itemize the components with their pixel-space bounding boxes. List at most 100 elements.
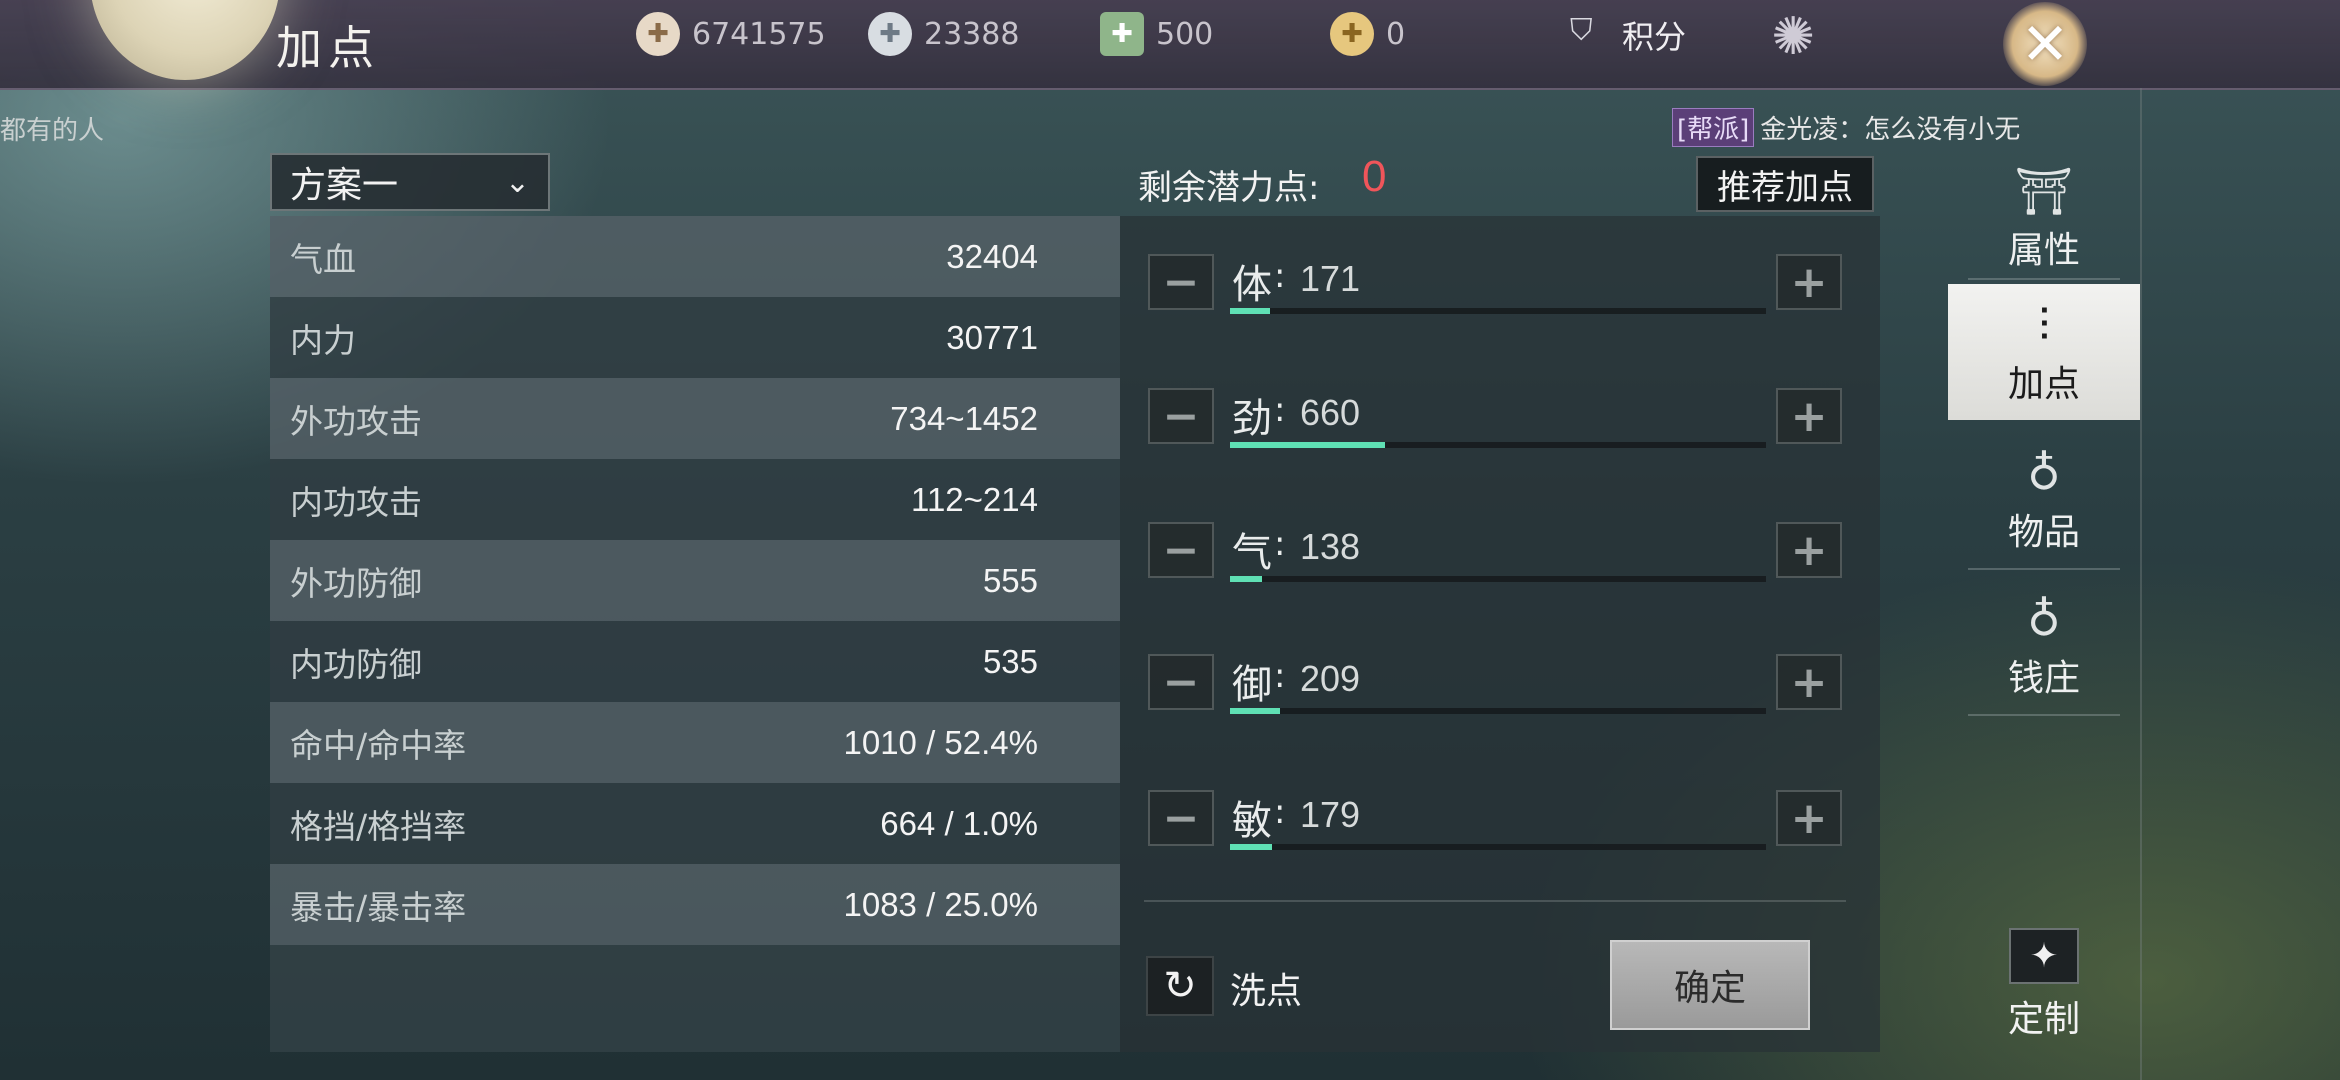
plus-button[interactable]: +: [1776, 254, 1842, 310]
stat-value: 734~1452: [890, 399, 1038, 437]
score-button[interactable]: ⛉ 积分: [1570, 12, 1686, 58]
attribute-name: 劲: [1232, 396, 1272, 442]
nav-separator: [1968, 568, 2120, 570]
hat-icon: ⛩: [2014, 164, 2074, 218]
attribute-name: 体: [1232, 262, 1272, 308]
stat-value: 664 / 1.0%: [880, 804, 1038, 842]
stat-value: 535: [982, 642, 1038, 680]
reset-button[interactable]: ↻: [1146, 956, 1214, 1016]
chat-message[interactable]: [帮派] 金光凌：怎么没有小无: [1672, 108, 2020, 147]
attribute-value: 660: [1300, 392, 1361, 433]
attribute-row: − 劲 : 660 +: [1120, 350, 1880, 450]
minus-button[interactable]: −: [1148, 790, 1214, 846]
chevron-down-icon: ⌄: [504, 164, 530, 200]
nav-item-attributes[interactable]: ⛩ 属性: [1948, 150, 2140, 286]
attribute-bar: [1230, 576, 1766, 582]
moon-decoration: [90, 0, 280, 80]
stat-name: 内力: [290, 320, 356, 360]
stat-name: 外功防御: [290, 563, 422, 603]
reset-label[interactable]: 洗点: [1230, 962, 1302, 1014]
stat-row: 暴击/暴击率 1083 / 25.0%: [270, 864, 1120, 945]
close-icon: ✕: [2003, 2, 2087, 86]
side-nav: ⛩ 属性 ⫶ 加点 ♁ 物品 ♁ 钱庄: [1948, 150, 2140, 720]
attribute-row: − 御 : 209 +: [1120, 616, 1880, 716]
attribute-name: 气: [1232, 530, 1272, 576]
customize-button[interactable]: ✦ 定制: [1996, 928, 2092, 1042]
coin-icon: ✚: [636, 12, 680, 56]
stat-value: 555: [982, 561, 1038, 599]
stat-name: 命中/命中率: [290, 725, 467, 765]
compass-icon[interactable]: ✺: [1760, 4, 1826, 70]
minus-button[interactable]: −: [1148, 254, 1214, 310]
stat-value: 1010 / 52.4%: [843, 723, 1039, 761]
stat-row: 格挡/格挡率 664 / 1.0%: [270, 783, 1120, 864]
attribute-row: − 敏 : 179 +: [1120, 752, 1880, 852]
stat-row: 外功防御 555: [270, 540, 1120, 621]
shield-icon: ⛉: [1570, 13, 1593, 48]
resource-gold: ✚ 0: [1330, 12, 1406, 56]
stat-row: 气血 32404: [270, 216, 1120, 297]
nav-label: 钱庄: [2007, 658, 2080, 699]
confirm-button[interactable]: 确定: [1610, 940, 1810, 1030]
attribute-value: 171: [1300, 258, 1361, 299]
attribute-bar: [1230, 708, 1766, 714]
plus-button[interactable]: +: [1776, 654, 1842, 710]
gold-value: 0: [1386, 16, 1406, 52]
money-bag-icon: ♁: [2027, 592, 2061, 646]
stat-name: 内功防御: [290, 644, 422, 684]
colon: :: [1274, 256, 1286, 296]
colon: :: [1274, 656, 1286, 696]
chat-fragment: 都有的人: [0, 116, 105, 146]
page-title: 加点: [276, 21, 380, 75]
stat-value: 32404: [946, 237, 1038, 275]
recommend-button[interactable]: 推荐加点: [1696, 156, 1874, 212]
nav-item-bank[interactable]: ♁ 钱庄: [1948, 578, 2140, 714]
attribute-bar: [1230, 308, 1766, 314]
plus-button[interactable]: +: [1776, 388, 1842, 444]
attribute-row: − 体 : 171 +: [1120, 216, 1880, 316]
resource-silver: ✚ 23388: [868, 12, 1019, 56]
magic-wand-icon: ✦: [2009, 928, 2079, 984]
resource-coins: ✚ 6741575: [636, 12, 826, 56]
sliders-icon: ⫶: [2038, 298, 2050, 352]
gold-ingot-icon: ✚: [1330, 12, 1374, 56]
resource-jade: ✚ 500: [1100, 12, 1214, 56]
customize-label: 定制: [2007, 999, 2080, 1040]
minus-button[interactable]: −: [1148, 388, 1214, 444]
stat-name: 外功攻击: [290, 401, 422, 441]
attribute-bar: [1230, 442, 1766, 448]
stat-name: 内功攻击: [290, 482, 422, 522]
divider: [1144, 900, 1846, 902]
colon: :: [1274, 792, 1286, 832]
nav-label: 物品: [2007, 512, 2080, 553]
attribute-value: 209: [1300, 658, 1361, 699]
nav-item-items[interactable]: ♁ 物品: [1948, 432, 2140, 568]
guild-tag: [帮派]: [1672, 108, 1755, 147]
chat-text: 金光凌：怎么没有小无: [1760, 115, 2021, 145]
jade-value: 500: [1156, 16, 1214, 52]
plus-button[interactable]: +: [1776, 522, 1842, 578]
score-label: 积分: [1622, 18, 1687, 56]
attribute-bar-fill: [1230, 708, 1280, 714]
nav-item-points[interactable]: ⫶ 加点: [1948, 284, 2140, 420]
plan-dropdown[interactable]: 方案一 ⌄: [270, 153, 550, 211]
stat-row: 命中/命中率 1010 / 52.4%: [270, 702, 1120, 783]
stat-name: 暴击/暴击率: [290, 887, 467, 927]
attribute-bar-fill: [1230, 308, 1271, 314]
stat-value: 112~214: [911, 480, 1038, 518]
close-button[interactable]: ✕: [1950, 0, 2140, 88]
minus-button[interactable]: −: [1148, 654, 1214, 710]
top-bar: 加点 ✚ 6741575 ✚ 23388 ✚ 500 ✚ 0 ⛉ 积分 ✺ ✕: [0, 0, 2340, 90]
bag-icon: ♁: [2027, 446, 2061, 500]
refresh-icon: ↻: [1163, 963, 1197, 1009]
plus-button[interactable]: +: [1776, 790, 1842, 846]
remaining-points-value: 0: [1362, 152, 1387, 201]
minus-button[interactable]: −: [1148, 522, 1214, 578]
stat-value: 30771: [946, 318, 1038, 356]
coins-value: 6741575: [692, 16, 826, 52]
remaining-points-label: 剩余潜力点:: [1138, 168, 1320, 208]
attribute-bar-fill: [1230, 442, 1386, 448]
nav-label: 属性: [2007, 230, 2080, 271]
attribute-bar: [1230, 844, 1766, 850]
attribute-panel: − 体 : 171 + − 劲 : 660 + − 气 : 138 + − 御 …: [1120, 216, 1880, 1052]
